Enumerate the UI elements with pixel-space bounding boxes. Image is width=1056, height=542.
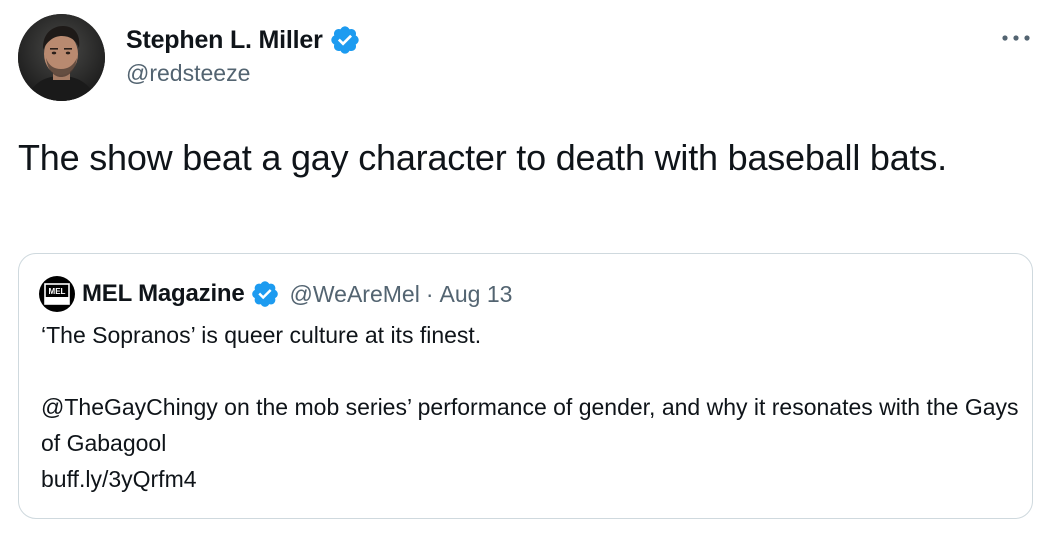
more-horizontal-icon <box>1002 35 1030 41</box>
quoted-tweet-line-2: @TheGayChingy on the mob series’ perform… <box>41 389 1021 461</box>
quoted-tweet-date: Aug 13 <box>439 280 513 307</box>
quoted-tweet-header: MEL MEL Magazine @WeAreMel · Aug 13 <box>39 276 512 312</box>
author-handle[interactable]: @redsteeze <box>126 60 250 87</box>
quoted-tweet-line-1: ‘The Sopranos’ is queer culture at its f… <box>41 322 482 348</box>
profile-photo-icon <box>18 14 105 101</box>
quoted-tweet-body: ‘The Sopranos’ is queer culture at its f… <box>41 317 1021 497</box>
mel-logo-text: MEL <box>48 286 66 296</box>
meta-separator: · <box>425 280 434 307</box>
author-name-row[interactable]: Stephen L. Miller <box>126 24 361 56</box>
more-options-button[interactable] <box>996 26 1036 50</box>
quoted-tweet-card[interactable]: MEL MEL Magazine @WeAreMel · Aug 13 ‘The… <box>18 253 1033 519</box>
mention-link[interactable]: @TheGayChingy <box>41 394 218 420</box>
author-avatar[interactable] <box>18 14 105 101</box>
verified-badge-icon <box>251 281 278 307</box>
tweet-text: The show beat a gay character to death w… <box>18 137 947 178</box>
author-name[interactable]: Stephen L. Miller <box>126 26 323 55</box>
quoted-author-name: MEL Magazine <box>82 280 245 307</box>
quoted-tweet-link[interactable]: buff.ly/3yQrfm4 <box>41 466 197 492</box>
verified-badge-icon <box>330 26 359 54</box>
quoted-author-handle: @WeAreMel <box>289 280 420 307</box>
quoted-author-avatar[interactable]: MEL <box>39 276 75 312</box>
